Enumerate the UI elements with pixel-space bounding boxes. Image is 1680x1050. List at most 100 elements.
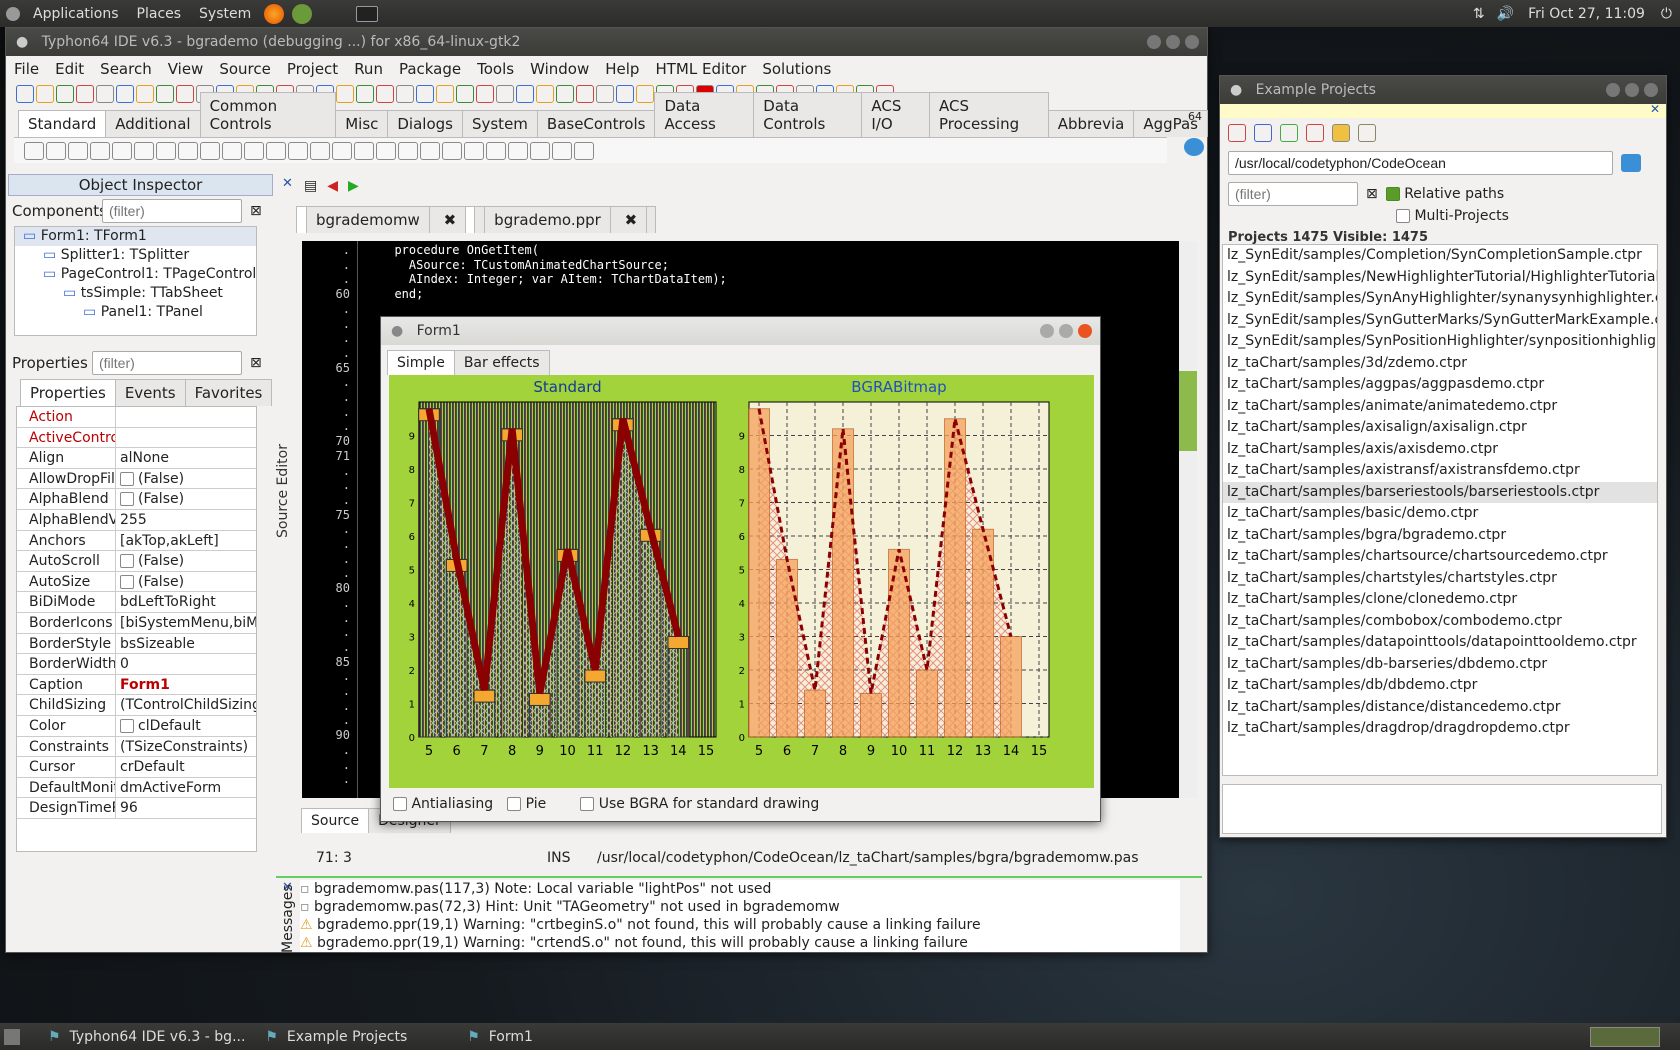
palette-component-icon[interactable] (464, 141, 484, 160)
property-checkbox[interactable] (120, 492, 134, 507)
tree-node[interactable]: ▭ Splitter1: TSplitter (15, 246, 256, 265)
palette-component-icon[interactable] (310, 141, 330, 160)
toolbar-button-icon[interactable] (16, 85, 34, 103)
toolbar-button-icon[interactable] (396, 85, 414, 103)
close-editor-icon[interactable]: ✕ (282, 176, 293, 191)
property-row[interactable]: ActiveControl (17, 427, 256, 449)
message-item[interactable]: ⚠ bgrademo.ppr(19,1) Warning: "crtbeginS… (300, 916, 1180, 934)
examples-panel-close-icon[interactable]: ✕ (1650, 102, 1660, 116)
palette-component-icon[interactable] (156, 141, 176, 160)
property-row[interactable]: Cursor crDefault (17, 757, 256, 778)
palette-tab[interactable]: Data Controls (753, 92, 863, 137)
examples-close[interactable] (1644, 83, 1658, 97)
toolbar-button-icon[interactable] (516, 85, 534, 103)
launcher-icon[interactable] (292, 3, 313, 24)
property-row[interactable]: DesignTimePPI96 (17, 798, 256, 819)
palette-tab[interactable]: Standard (18, 110, 107, 137)
project-item[interactable]: lz_taChart/samples/barseriestools/barser… (1223, 481, 1657, 503)
palette-component-icon[interactable] (552, 141, 572, 160)
toolbar-button-icon[interactable] (496, 85, 514, 103)
toolbar-button-icon[interactable] (636, 85, 654, 103)
clock[interactable]: Fri Oct 27, 11:09 (1520, 6, 1653, 22)
toolbar-button-icon[interactable] (536, 85, 554, 103)
toolbar-button-icon[interactable] (356, 85, 374, 103)
menu-window[interactable]: Window (522, 60, 597, 78)
project-item[interactable]: lz_taChart/samples/distance/distancedemo… (1223, 697, 1657, 719)
property-row[interactable]: Align alNone (17, 448, 256, 469)
property-row[interactable]: Caption Form1 (17, 674, 256, 696)
inspector-tab[interactable]: Favorites (184, 379, 273, 406)
project-item[interactable]: lz_taChart/samples/chartsource/chartsour… (1223, 546, 1657, 568)
project-item[interactable]: lz_taChart/samples/db-barseries/dbdemo.c… (1223, 654, 1657, 676)
editor-vscrollbar[interactable] (1179, 241, 1197, 798)
message-item[interactable]: ▫ bgrademomw.pas(72,3) Hint: Unit "TAGeo… (300, 898, 1180, 916)
property-row[interactable]: AlphaBlend (False) (17, 489, 256, 510)
menu-view[interactable]: View (160, 60, 212, 78)
form1-titlebar[interactable]: ● Form1 (381, 317, 1100, 345)
palette-tab[interactable]: ACS I/O (861, 92, 930, 137)
palette-component-icon[interactable] (68, 141, 88, 160)
inspector-tab[interactable]: Events (114, 379, 186, 406)
terminal-icon[interactable] (356, 5, 379, 22)
toolbar-button-icon[interactable] (596, 85, 614, 103)
project-item[interactable]: lz_SynEdit/samples/Completion/SynComplet… (1223, 245, 1657, 267)
property-row[interactable]: BiDiMode bdLeftToRight (17, 592, 256, 613)
project-item[interactable]: lz_taChart/samples/bgra/bgrademo.ctpr (1223, 525, 1657, 547)
property-row[interactable]: AllowDropFiles(False) (17, 468, 256, 490)
palette-component-icon[interactable] (442, 141, 462, 160)
palette-tab[interactable]: Dialogs (387, 110, 463, 137)
palette-component-icon[interactable] (420, 141, 440, 160)
toolbar-button-icon[interactable] (76, 85, 94, 103)
palette-component-icon[interactable] (112, 141, 132, 160)
property-row[interactable]: AutoScroll (False) (17, 551, 256, 572)
property-row[interactable]: BorderWidth 0 (17, 654, 256, 675)
property-row[interactable]: ChildSizing (TControlChildSizing) (17, 695, 256, 716)
multi-projects-checkbox[interactable]: Multi-Projects (1396, 208, 1666, 230)
toolbar-button-icon[interactable] (156, 85, 174, 103)
form1-close[interactable] (1078, 324, 1092, 338)
workspace-switcher[interactable] (1590, 1026, 1660, 1047)
toolbar-button-icon[interactable] (116, 85, 134, 103)
use-bgra-checkbox[interactable]: Use BGRA for standard drawing (580, 796, 819, 812)
tree-node[interactable]: ▭ tsSimple: TTabSheet (15, 284, 256, 303)
examples-minimize[interactable] (1606, 83, 1620, 97)
menu-help[interactable]: Help (597, 60, 647, 78)
tree-node[interactable]: ▭ Form1: TForm1 (15, 227, 256, 246)
minimize-button[interactable] (1147, 35, 1161, 49)
project-item[interactable]: lz_taChart/samples/axisalign/axisalign.c… (1223, 417, 1657, 439)
examples-titlebar[interactable]: ● Example Projects (1220, 76, 1666, 104)
property-checkbox[interactable] (120, 718, 134, 733)
palette-component-icon[interactable] (24, 141, 44, 160)
toolbar-button-icon[interactable] (36, 85, 54, 103)
toolbar-button-icon[interactable] (136, 85, 154, 103)
palette-tab[interactable]: Abbrevia (1047, 110, 1135, 137)
examples-path-input[interactable] (1228, 151, 1613, 175)
project-item[interactable]: lz_taChart/samples/db/dbdemo.ctpr (1223, 675, 1657, 697)
property-row[interactable]: DefaultMonitordmActiveForm (17, 777, 256, 799)
show-desktop-icon[interactable] (4, 1028, 20, 1045)
back-icon[interactable]: ◀ (327, 178, 338, 194)
palette-component-icon[interactable] (288, 141, 308, 160)
project-item[interactable]: lz_taChart/samples/basic/demo.ctpr (1223, 503, 1657, 525)
toolbar-button-icon[interactable] (416, 85, 434, 103)
examples-clear-filter-icon[interactable]: ⊠ (1366, 186, 1378, 202)
clear-props-filter-icon[interactable]: ⊠ (250, 355, 262, 371)
palette-component-icon[interactable] (134, 141, 154, 160)
menu-places[interactable]: Places (128, 6, 191, 22)
project-item[interactable]: lz_taChart/samples/aggpas/aggpasdemo.ctp… (1223, 374, 1657, 396)
property-row[interactable]: BorderIcons[biSystemMenu,biMinimize] (17, 612, 256, 634)
palette-down-icon[interactable] (1184, 138, 1204, 156)
task-ide[interactable]: ⚑ Typhon64 IDE v6.3 - bg... (38, 1023, 255, 1050)
inspector-tab[interactable]: Properties (20, 379, 116, 406)
palette-tab[interactable]: Additional (105, 110, 201, 137)
palette-component-icon[interactable] (398, 141, 418, 160)
toolbar-button-icon[interactable] (436, 85, 454, 103)
components-filter[interactable] (102, 199, 242, 223)
toolbar-button-icon[interactable] (56, 85, 74, 103)
folder-icon[interactable] (1332, 124, 1350, 142)
toolbar-button-icon[interactable] (336, 85, 354, 103)
palette-tab[interactable]: Misc (335, 110, 389, 137)
search-icon[interactable] (1358, 124, 1376, 142)
palette-tab[interactable]: BaseControls (536, 110, 656, 137)
property-row[interactable]: Anchors [akTop,akLeft] (17, 530, 256, 552)
